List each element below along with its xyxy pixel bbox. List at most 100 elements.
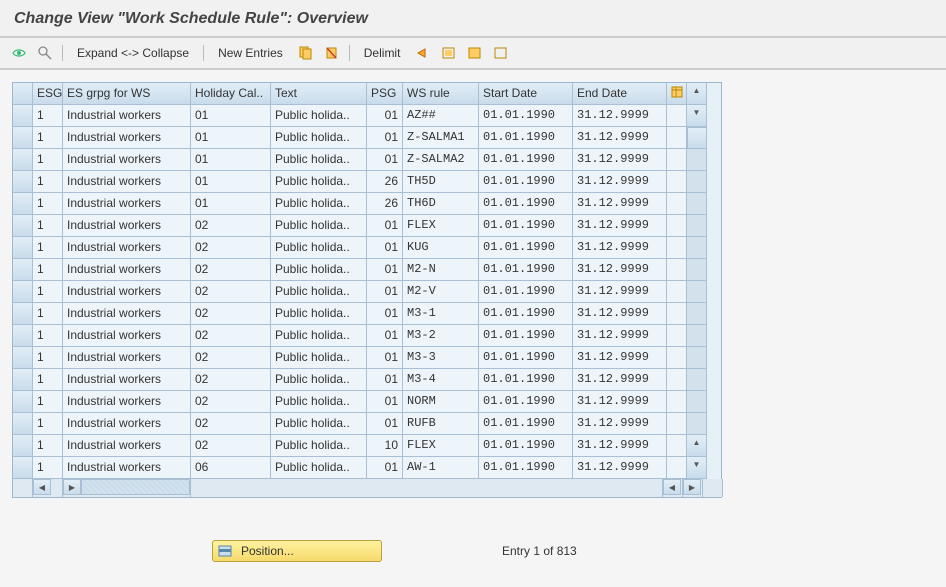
cell-hcal[interactable]: 02: [191, 215, 271, 237]
position-button[interactable]: Position...: [212, 540, 382, 562]
cell-psg[interactable]: 01: [367, 303, 403, 325]
col-wsrule[interactable]: WS rule: [403, 83, 479, 105]
cell-wsrule[interactable]: TH5D: [403, 171, 479, 193]
scroll-track[interactable]: [687, 237, 707, 259]
cell-psg[interactable]: 01: [367, 215, 403, 237]
scroll-track[interactable]: [687, 215, 707, 237]
cell-wsrule[interactable]: FLEX: [403, 435, 479, 457]
cell-text[interactable]: Public holida..: [271, 193, 367, 215]
cell-hcal[interactable]: 01: [191, 127, 271, 149]
delimit-button[interactable]: Delimit: [358, 44, 407, 62]
cell-text[interactable]: Public holida..: [271, 457, 367, 479]
cell-esg[interactable]: 1: [33, 413, 63, 435]
cell-esgrp[interactable]: Industrial workers: [63, 347, 191, 369]
cell-hcal[interactable]: 01: [191, 105, 271, 127]
cell-esgrp[interactable]: Industrial workers: [63, 325, 191, 347]
cell-hcal[interactable]: 02: [191, 259, 271, 281]
col-esg[interactable]: ESG: [33, 83, 63, 105]
cell-esg[interactable]: 1: [33, 149, 63, 171]
cell-edate[interactable]: 31.12.9999: [573, 127, 667, 149]
cell-esg[interactable]: 1: [33, 281, 63, 303]
scroll-up-button[interactable]: ▲: [687, 83, 707, 105]
scroll-track[interactable]: [687, 369, 707, 391]
hscroll-left-2[interactable]: ◀: [663, 479, 681, 495]
cell-sdate[interactable]: 01.01.1990: [479, 325, 573, 347]
select-all-icon[interactable]: [440, 44, 458, 62]
cell-edate[interactable]: 31.12.9999: [573, 215, 667, 237]
cell-hcal[interactable]: 06: [191, 457, 271, 479]
cell-text[interactable]: Public holida..: [271, 369, 367, 391]
cell-wsrule[interactable]: FLEX: [403, 215, 479, 237]
cell-esg[interactable]: 1: [33, 215, 63, 237]
cell-sdate[interactable]: 01.01.1990: [479, 105, 573, 127]
row-selector[interactable]: [13, 347, 33, 369]
cell-text[interactable]: Public holida..: [271, 171, 367, 193]
cell-psg[interactable]: 26: [367, 171, 403, 193]
cell-wsrule[interactable]: M2-N: [403, 259, 479, 281]
row-selector[interactable]: [13, 391, 33, 413]
row-selector[interactable]: [13, 413, 33, 435]
cell-edate[interactable]: 31.12.9999: [573, 193, 667, 215]
cell-sdate[interactable]: 01.01.1990: [479, 237, 573, 259]
row-selector[interactable]: [13, 259, 33, 281]
cell-hcal[interactable]: 01: [191, 149, 271, 171]
cell-psg[interactable]: 01: [367, 457, 403, 479]
find-icon[interactable]: [36, 44, 54, 62]
cell-wsrule[interactable]: M2-V: [403, 281, 479, 303]
cell-psg[interactable]: 01: [367, 369, 403, 391]
row-selector[interactable]: [13, 215, 33, 237]
scroll-track[interactable]: [687, 347, 707, 369]
cell-wsrule[interactable]: M3-1: [403, 303, 479, 325]
cell-esgrp[interactable]: Industrial workers: [63, 413, 191, 435]
cell-esg[interactable]: 1: [33, 259, 63, 281]
cell-text[interactable]: Public holida..: [271, 325, 367, 347]
cell-esgrp[interactable]: Industrial workers: [63, 303, 191, 325]
cell-edate[interactable]: 31.12.9999: [573, 105, 667, 127]
scroll-track[interactable]: [687, 171, 707, 193]
scroll-track[interactable]: [687, 413, 707, 435]
cell-sdate[interactable]: 01.01.1990: [479, 127, 573, 149]
cell-sdate[interactable]: 01.01.1990: [479, 369, 573, 391]
cell-text[interactable]: Public holida..: [271, 391, 367, 413]
cell-wsrule[interactable]: M3-3: [403, 347, 479, 369]
cell-esgrp[interactable]: Industrial workers: [63, 281, 191, 303]
cell-esgrp[interactable]: Industrial workers: [63, 105, 191, 127]
cell-wsrule[interactable]: AW-1: [403, 457, 479, 479]
delete-icon[interactable]: [323, 44, 341, 62]
cell-esg[interactable]: 1: [33, 457, 63, 479]
cell-psg[interactable]: 01: [367, 237, 403, 259]
scroll-down-button[interactable]: ▼: [687, 457, 707, 479]
cell-psg[interactable]: 01: [367, 391, 403, 413]
cell-psg[interactable]: 01: [367, 325, 403, 347]
scroll-track[interactable]: [687, 149, 707, 171]
cell-sdate[interactable]: 01.01.1990: [479, 391, 573, 413]
cell-esgrp[interactable]: Industrial workers: [63, 369, 191, 391]
new-entries-button[interactable]: New Entries: [212, 44, 289, 62]
hscroll-right-2[interactable]: ▶: [683, 479, 701, 495]
cell-edate[interactable]: 31.12.9999: [573, 391, 667, 413]
cell-hcal[interactable]: 01: [191, 193, 271, 215]
cell-esgrp[interactable]: Industrial workers: [63, 149, 191, 171]
cell-edate[interactable]: 31.12.9999: [573, 325, 667, 347]
cell-wsrule[interactable]: TH6D: [403, 193, 479, 215]
cell-text[interactable]: Public holida..: [271, 215, 367, 237]
row-selector[interactable]: [13, 105, 33, 127]
scroll-track[interactable]: [687, 193, 707, 215]
cell-sdate[interactable]: 01.01.1990: [479, 413, 573, 435]
cell-hcal[interactable]: 02: [191, 347, 271, 369]
scroll-track[interactable]: [687, 281, 707, 303]
row-selector[interactable]: [13, 237, 33, 259]
copy-icon[interactable]: [297, 44, 315, 62]
cell-sdate[interactable]: 01.01.1990: [479, 347, 573, 369]
cell-edate[interactable]: 31.12.9999: [573, 171, 667, 193]
cell-esg[interactable]: 1: [33, 127, 63, 149]
cell-wsrule[interactable]: AZ##: [403, 105, 479, 127]
row-selector[interactable]: [13, 127, 33, 149]
expand-collapse-button[interactable]: Expand <-> Collapse: [71, 44, 195, 62]
cell-edate[interactable]: 31.12.9999: [573, 413, 667, 435]
cell-hcal[interactable]: 02: [191, 413, 271, 435]
cell-wsrule[interactable]: M3-2: [403, 325, 479, 347]
cell-esgrp[interactable]: Industrial workers: [63, 171, 191, 193]
cell-esg[interactable]: 1: [33, 391, 63, 413]
cell-psg[interactable]: 01: [367, 149, 403, 171]
